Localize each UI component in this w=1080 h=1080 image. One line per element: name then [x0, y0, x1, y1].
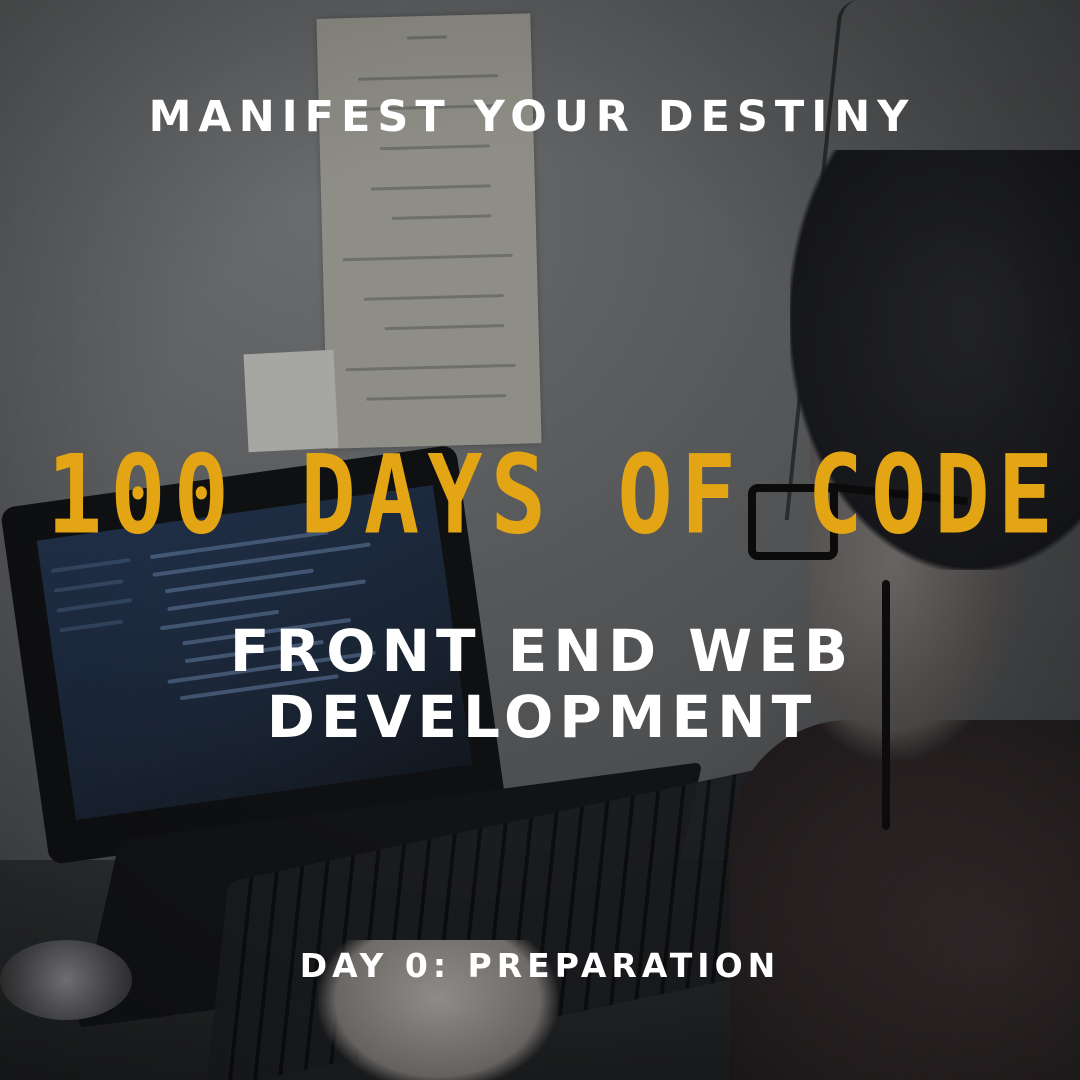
day-label: DAY 0: PREPARATION — [299, 946, 781, 985]
tagline: MANIFEST YOUR DESTINY — [148, 92, 916, 142]
poster-canvas: MANIFEST YOUR DESTINY 100 DAYS OF CODE F… — [0, 0, 1080, 1080]
subtitle: FRONT END WEB DEVELOPMENT — [2, 618, 1080, 750]
subtitle-line-2: DEVELOPMENT — [266, 683, 818, 751]
headline: 100 DAYS OF CODE — [46, 432, 1062, 559]
subtitle-line-1: FRONT END WEB — [229, 617, 855, 685]
